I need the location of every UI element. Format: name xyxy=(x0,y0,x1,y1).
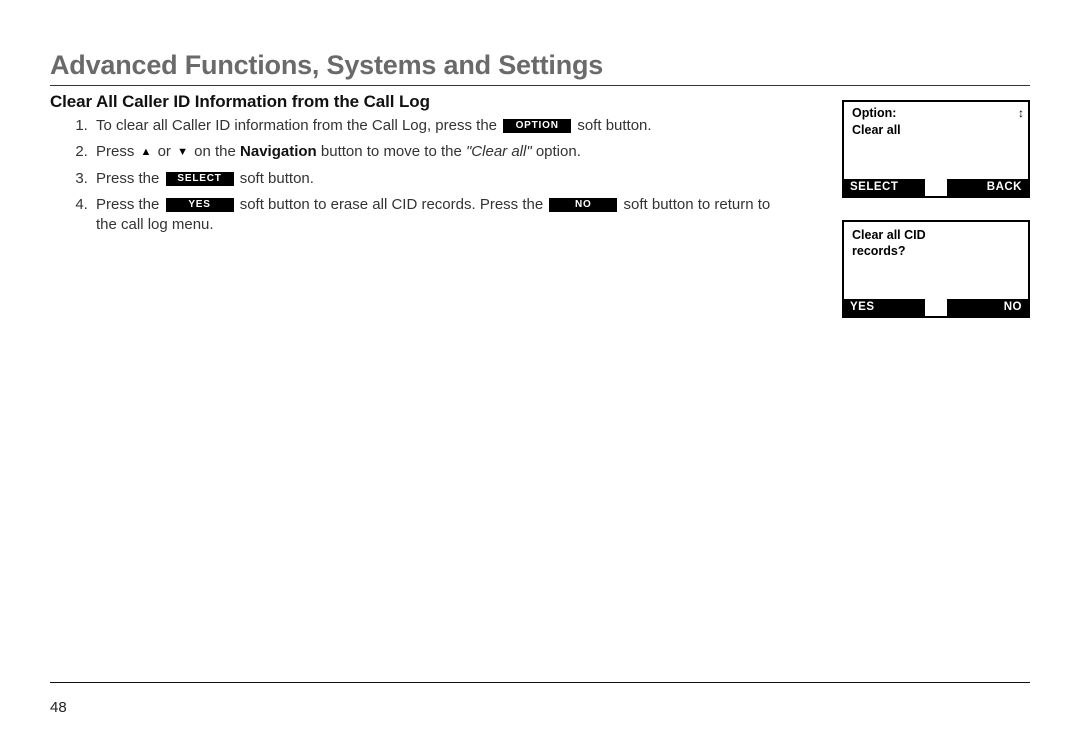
footer-rule xyxy=(50,682,1030,683)
lcd-softkey-bar: SELECT BACK xyxy=(844,179,1028,196)
lcd-softkey-divider xyxy=(925,299,947,316)
step-3-pre: Press the xyxy=(96,170,164,187)
content-area: Clear All Caller ID Information from the… xyxy=(50,92,1030,235)
lcd-body: Clear all xyxy=(844,122,1028,141)
step-2-or: or xyxy=(158,143,176,160)
lcd-softkey-bar: YES NO xyxy=(844,299,1028,316)
up-arrow-icon: ▲ xyxy=(141,145,152,160)
lcd-confirm-screen: Clear all CID records? YES NO xyxy=(842,220,1030,318)
lcd-title: Option: xyxy=(852,106,896,120)
step-3: Press the SELECT soft button. xyxy=(92,169,790,189)
step-1-text-post: soft button. xyxy=(577,117,651,134)
lcd-line-clear-all: Clear all xyxy=(852,123,1020,139)
page-title: Advanced Functions, Systems and Settings xyxy=(50,50,1030,85)
down-arrow-icon: ▼ xyxy=(177,145,188,160)
step-1-text-pre: To clear all Caller ID information from … xyxy=(96,117,501,134)
step-2-text-pre: Press xyxy=(96,143,139,160)
step-4: Press the YES soft button to erase all C… xyxy=(92,195,790,236)
lcd-softkey-divider xyxy=(925,179,947,196)
select-softkey-chip: SELECT xyxy=(166,172,234,186)
updown-scroll-icon: ↕ xyxy=(1018,108,1022,118)
lcd-softkey-no: NO xyxy=(947,299,1028,316)
option-softkey-chip: OPTION xyxy=(503,119,571,133)
lcd-softkey-yes: YES xyxy=(844,299,925,316)
step-4-pre: Press the xyxy=(96,196,164,213)
lcd-line-2: records? xyxy=(852,244,1020,260)
navigation-button-label: Navigation xyxy=(240,143,317,160)
step-2-post: option. xyxy=(536,143,581,160)
no-softkey-chip: NO xyxy=(549,198,617,212)
lcd-softkey-back: BACK xyxy=(947,179,1028,196)
manual-page: Advanced Functions, Systems and Settings… xyxy=(0,0,1080,742)
header-rule xyxy=(50,85,1030,86)
page-number: 48 xyxy=(50,699,67,716)
step-3-post: soft button. xyxy=(240,170,314,187)
step-2-mid2: button to move to the xyxy=(321,143,466,160)
step-2: Press ▲ or ▼ on the Navigation button to… xyxy=(92,142,790,162)
step-4-mid: soft button to erase all CID records. Pr… xyxy=(240,196,548,213)
steps-list: To clear all Caller ID information from … xyxy=(50,116,790,235)
lcd-option-screen: Option: ↕ Clear all SELECT BACK xyxy=(842,100,1030,198)
lcd-line-1: Clear all CID xyxy=(852,228,1020,244)
phone-screen-mockups: Option: ↕ Clear all SELECT BACK Clear al… xyxy=(842,100,1030,340)
step-1: To clear all Caller ID information from … xyxy=(92,116,790,136)
lcd-header-row: Option: ↕ xyxy=(844,102,1028,122)
lcd-softkey-select: SELECT xyxy=(844,179,925,196)
lcd-body: Clear all CID records? xyxy=(844,222,1028,261)
yes-softkey-chip: YES xyxy=(166,198,234,212)
step-2-mid: on the xyxy=(194,143,240,160)
clear-all-option-name: "Clear all" xyxy=(466,143,532,160)
instructions-column: Clear All Caller ID Information from the… xyxy=(50,92,790,235)
section-subheading: Clear All Caller ID Information from the… xyxy=(50,92,790,112)
